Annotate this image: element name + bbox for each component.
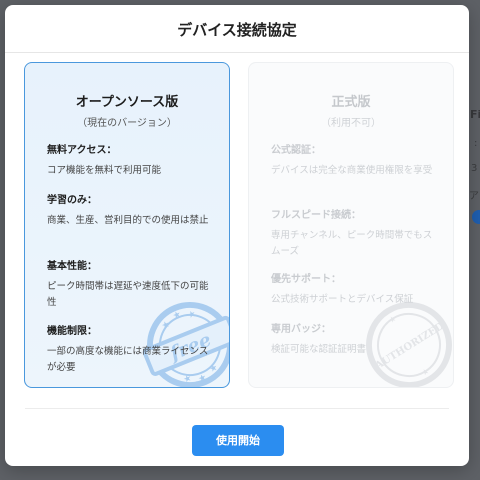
feature-description: 検証可能な認証証明書	[271, 344, 367, 355]
feature-description: 公式技術サポートとデバイス保証	[271, 294, 414, 305]
feature-item: 無料アクセス： コア機能を無料で利用可能	[47, 144, 209, 179]
feature-description: 商業、生産、営利目的での使用は禁止	[47, 215, 209, 226]
plan-title: オープンソース版	[75, 95, 179, 110]
background-text: ア	[469, 191, 479, 202]
feature-title: 優先サポート：	[271, 274, 341, 285]
feature-item: 優先サポート： 公式技術サポートとデバイス保証	[271, 273, 433, 308]
feature-description: 一部の高度な機能には商業ライセンスが必要	[47, 346, 209, 373]
feature-description: コア機能を無料で利用可能	[47, 165, 162, 176]
background-text: 3	[471, 163, 478, 174]
feature-title: 無料アクセス：	[47, 145, 117, 156]
feature-title: 学習のみ：	[47, 195, 97, 206]
feature-title: 機能制限：	[47, 326, 97, 337]
feature-title: 公式認証：	[271, 145, 321, 156]
feature-description: デバイスは完全な商業使用権限を享受	[271, 165, 433, 176]
open-source-plan-card[interactable]: free ★ ★ ★ ★ ★ ★ オープンソース版 （現在のバージョン） 無料アクセス：…	[24, 62, 230, 388]
feature-title: フルスピード接続：	[271, 210, 361, 221]
feature-item: フルスピード接続： 専用チャンネル、ピーク時間帯でもスムーズ	[271, 209, 433, 260]
plan-title: 正式版	[331, 95, 371, 110]
footer-divider	[25, 408, 449, 409]
feature-item: 専用バッジ： 検証可能な認証証明書	[271, 323, 433, 358]
feature-title: 基本性能：	[47, 261, 97, 272]
feature-item: 学習のみ： 商業、生産、営利目的での使用は禁止	[47, 194, 209, 229]
feature-item: 機能制限： 一部の高度な機能には商業ライセンスが必要	[47, 325, 209, 376]
feature-description: ピーク時間帯は遅延や速度低下の可能性	[47, 281, 209, 308]
background-text: Fi	[470, 108, 480, 121]
background-toggle	[472, 210, 480, 224]
feature-item: 基本性能： ピーク時間帯は遅延や速度低下の可能性	[47, 260, 209, 311]
feature-title: 専用バッジ：	[271, 324, 331, 335]
device-connection-agreement-dialog: デバイス接続協定 free ★ ★ ★ ★ ★ ★ オープンソース版 （現在のバージョン…	[5, 5, 469, 466]
official-plan-card: AUTHORIZED ★ ★ 正式版 （利用不可） 公式認証： デバイスは完全な商…	[248, 62, 454, 388]
plan-subtitle: （利用不可）	[321, 118, 381, 129]
plan-subtitle: （現在のバージョン）	[77, 118, 177, 129]
background-text: :	[474, 138, 478, 149]
start-using-button[interactable]: 使用開始	[192, 425, 284, 456]
dialog-title: デバイス接続協定	[177, 21, 297, 39]
feature-item: 公式認証： デバイスは完全な商業使用権限を享受	[271, 144, 433, 179]
feature-description: 専用チャンネル、ピーク時間帯でもスムーズ	[271, 230, 433, 257]
header-divider	[5, 52, 469, 53]
